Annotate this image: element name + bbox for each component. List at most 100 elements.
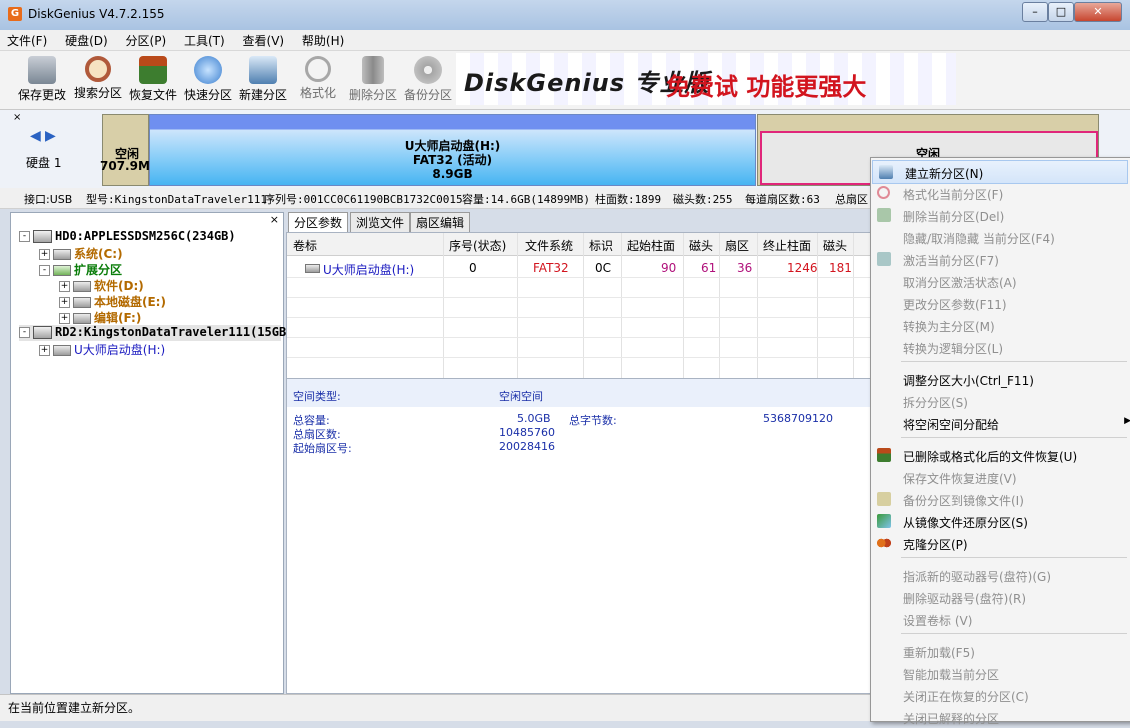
- drive-icon: [73, 281, 91, 292]
- col-label[interactable]: 卷标: [293, 237, 317, 254]
- menu-item-to-logical[interactable]: 转换为逻辑分区(L): [871, 336, 1129, 358]
- close-button[interactable]: ✕: [1074, 2, 1122, 22]
- format-icon: [877, 186, 890, 199]
- expand-icon[interactable]: +: [59, 297, 70, 308]
- backup-icon: [877, 492, 891, 506]
- backup-partition-button[interactable]: 备份分区: [400, 54, 456, 106]
- minimize-button[interactable]: –: [1022, 2, 1048, 22]
- bytes-label: 总字节数:: [569, 414, 617, 427]
- menu-item-allocate-free[interactable]: 将空闲空间分配给 ▶: [871, 412, 1130, 434]
- tree-item-extended[interactable]: - 扩展分区: [39, 261, 122, 277]
- tree-item-f[interactable]: + 编辑(F:): [59, 309, 141, 325]
- maximize-button[interactable]: □: [1048, 2, 1074, 22]
- info-total-sectors: 总扇区: [835, 193, 868, 206]
- info-sectors: 每道扇区数:63: [745, 193, 820, 206]
- restore-files-button[interactable]: 恢复文件: [125, 54, 181, 106]
- menu-help[interactable]: 帮助(H): [295, 30, 351, 51]
- menu-item-clone[interactable]: 克隆分区(P): [871, 532, 1129, 554]
- menu-item-split[interactable]: 拆分分区(S): [871, 390, 1129, 412]
- tree-item-h[interactable]: + U大师启动盘(H:): [39, 341, 165, 357]
- menu-item-backup-image[interactable]: 备份分区到镜像文件(I): [871, 488, 1129, 510]
- menu-separator: [901, 557, 1127, 558]
- menu-item-deactivate[interactable]: 取消分区激活状态(A): [871, 270, 1129, 292]
- prev-disk-icon[interactable]: ◀: [30, 128, 41, 144]
- menu-item-change-params[interactable]: 更改分区参数(F11): [871, 292, 1129, 314]
- col-end-head[interactable]: 磁头: [823, 237, 847, 254]
- details-panel: 空间类型: 空闲空间 总容量: 5.0GB 总字节数: 5368709120 总…: [286, 378, 872, 694]
- close-icon[interactable]: ×: [13, 112, 21, 123]
- expand-icon[interactable]: +: [59, 281, 70, 292]
- menu-item-to-primary[interactable]: 转换为主分区(M): [871, 314, 1129, 336]
- delete-partition-button[interactable]: 删除分区: [345, 54, 401, 106]
- tab-sector-edit[interactable]: 扇区编辑: [410, 212, 471, 233]
- expand-icon[interactable]: +: [59, 313, 70, 324]
- collapse-icon[interactable]: -: [19, 231, 30, 242]
- search-partition-button[interactable]: 搜索分区: [70, 54, 126, 106]
- magnifier-icon: [85, 56, 111, 82]
- tab-partition-params[interactable]: 分区参数: [288, 212, 349, 234]
- menu-tools[interactable]: 工具(T): [177, 30, 232, 51]
- col-end-cyl[interactable]: 终止柱面: [763, 237, 811, 254]
- drive-icon: [53, 345, 71, 356]
- col-sector[interactable]: 扇区: [725, 237, 749, 254]
- partition-segment-h[interactable]: U大师启动盘(H:) FAT32 (活动) 8.9GB: [149, 114, 756, 186]
- promo-banner[interactable]: DiskGenius 专业版 免费试 功能更强大: [456, 53, 956, 105]
- quick-partition-icon: [194, 56, 222, 84]
- col-head[interactable]: 磁头: [689, 237, 713, 254]
- restore-box-icon: [877, 448, 891, 462]
- window-title: DiskGenius V4.7.2.155: [28, 7, 165, 21]
- tree-item-c[interactable]: + 系统(C:): [39, 245, 123, 261]
- menu-item-reload[interactable]: 重新加载(F5): [871, 640, 1129, 662]
- menu-item-remove-letter[interactable]: 删除驱动器号(盘符)(R): [871, 586, 1129, 608]
- menu-item-format[interactable]: 格式化当前分区(F): [871, 182, 1129, 204]
- menu-partition[interactable]: 分区(P): [119, 30, 174, 51]
- menu-item-set-label[interactable]: 设置卷标 (V): [871, 608, 1129, 630]
- col-index[interactable]: 序号(状态): [449, 237, 506, 254]
- col-fs[interactable]: 文件系统: [525, 237, 573, 254]
- menu-item-resize[interactable]: 调整分区大小(Ctrl_F11): [871, 368, 1129, 390]
- menu-item-smart-load[interactable]: 智能加载当前分区: [871, 662, 1129, 684]
- menu-item-activate[interactable]: 激活当前分区(F7): [871, 248, 1129, 270]
- drive-icon: [305, 261, 323, 275]
- drive-icon: [73, 297, 91, 308]
- col-id[interactable]: 标识: [589, 237, 613, 254]
- tree-item-hd0[interactable]: - HD0:APPLESSDSM256C(234GB): [19, 229, 236, 245]
- menu-item-close-interpreted[interactable]: 关闭已解释的分区: [871, 706, 1129, 728]
- new-partition-button[interactable]: 新建分区: [235, 54, 291, 106]
- expand-icon[interactable]: +: [39, 249, 50, 260]
- menu-view[interactable]: 查看(V): [236, 30, 292, 51]
- menu-item-delete[interactable]: 删除当前分区(Del): [871, 204, 1129, 226]
- tree-item-d[interactable]: + 软件(D:): [59, 277, 144, 293]
- menu-item-new-partition[interactable]: 建立新分区(N): [872, 160, 1128, 184]
- quick-partition-button[interactable]: 快速分区: [180, 54, 236, 106]
- menu-item-restore-image[interactable]: 从镜像文件还原分区(S): [871, 510, 1129, 532]
- menu-item-file-recovery[interactable]: 已删除或格式化后的文件恢复(U): [871, 444, 1129, 466]
- next-disk-icon[interactable]: ▶: [45, 128, 56, 144]
- menu-disk[interactable]: 硬盘(D): [58, 30, 115, 51]
- delete-icon: [877, 208, 891, 222]
- free-space-segment-1[interactable]: 空闲 707.9MB: [100, 114, 159, 186]
- format-button[interactable]: 格式化: [290, 54, 346, 106]
- collapse-icon[interactable]: -: [39, 265, 50, 276]
- menu-item-close-recovering[interactable]: 关闭正在恢复的分区(C): [871, 684, 1129, 706]
- menu-file[interactable]: 文件(F): [0, 30, 54, 51]
- menu-item-save-progress[interactable]: 保存文件恢复进度(V): [871, 466, 1129, 488]
- tree-item-rd2[interactable]: - RD2:KingstonDataTraveler111(15GB: [19, 325, 286, 341]
- info-model: 型号:KingstonDataTraveler111: [86, 193, 267, 206]
- close-icon[interactable]: ×: [270, 213, 279, 226]
- tab-browse-files[interactable]: 浏览文件: [350, 212, 411, 233]
- banner-text-2: 免费试 功能更强大: [666, 73, 867, 101]
- collapse-icon[interactable]: -: [19, 327, 30, 338]
- expand-icon[interactable]: +: [39, 345, 50, 356]
- backup-disc-icon: [414, 56, 442, 84]
- disk-tree-panel: × - HD0:APPLESSDSM256C(234GB) + 系统(C:) - 扩展…: [10, 212, 286, 694]
- menu-item-assign-letter[interactable]: 指派新的驱动器号(盘符)(G): [871, 564, 1129, 586]
- activate-icon: [877, 252, 891, 266]
- menu-item-hide[interactable]: 隐藏/取消隐藏 当前分区(F4): [871, 226, 1129, 248]
- space-type-value: 空闲空间: [499, 390, 543, 403]
- col-start-cyl[interactable]: 起始柱面: [627, 237, 675, 254]
- info-capacity: 容量:14.6GB(14899MB): [462, 193, 590, 206]
- usb-disk-icon: [33, 326, 52, 339]
- save-changes-button[interactable]: 保存更改: [14, 54, 70, 106]
- tree-item-e[interactable]: + 本地磁盘(E:): [59, 293, 166, 309]
